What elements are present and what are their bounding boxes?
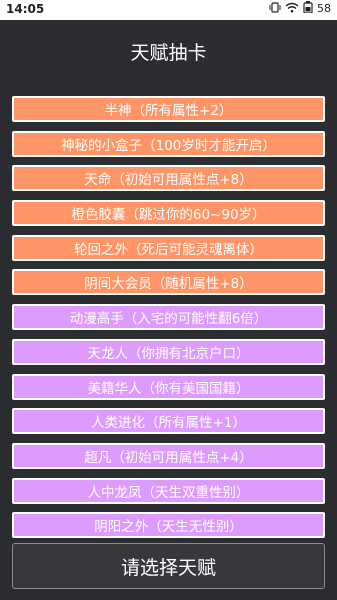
- status-time: 14:05: [6, 2, 45, 16]
- talent-card[interactable]: 神秘的小盒子（100岁时才能开启）: [12, 130, 325, 157]
- talent-card[interactable]: 轮回之外（死后可能灵魂离体）: [12, 234, 325, 261]
- select-talent-button[interactable]: 请选择天赋: [12, 543, 325, 589]
- talent-card[interactable]: 美籍华人（你有美国国籍）: [12, 373, 325, 400]
- page-title: 天赋抽卡: [130, 42, 207, 64]
- talent-card[interactable]: 半神（所有属性+2）: [12, 96, 325, 122]
- talent-card[interactable]: 动漫高手（入宅的可能性翻6倍）: [12, 304, 325, 331]
- wifi-icon: [285, 2, 299, 16]
- talent-card[interactable]: 超凡（初始可用属性点+4）: [12, 442, 325, 469]
- status-bar: 14:05 58: [0, 0, 337, 20]
- talent-list: 半神（所有属性+2） 神秘的小盒子（100岁时才能开启） 天命（初始可用属性点+8）…: [12, 96, 325, 547]
- talent-card[interactable]: 人中龙凤（天生双重性别）: [12, 477, 325, 504]
- talent-card[interactable]: 天命（初始可用属性点+8）: [12, 165, 325, 192]
- vibrate-icon: [269, 1, 281, 16]
- talent-card[interactable]: 人类进化（所有属性+1）: [12, 408, 325, 435]
- battery-level: 58: [317, 2, 331, 15]
- battery-icon: [303, 1, 313, 16]
- talent-card[interactable]: 橙色胶囊（跳过你的60~90岁）: [12, 200, 325, 227]
- talent-card[interactable]: 阴阳之外（天生无性别）: [12, 512, 325, 539]
- status-icons: 58: [269, 1, 331, 16]
- talent-card[interactable]: 天龙人（你拥有北京户口）: [12, 338, 325, 365]
- talent-card[interactable]: 阴间大会员（随机属性+8）: [12, 269, 325, 296]
